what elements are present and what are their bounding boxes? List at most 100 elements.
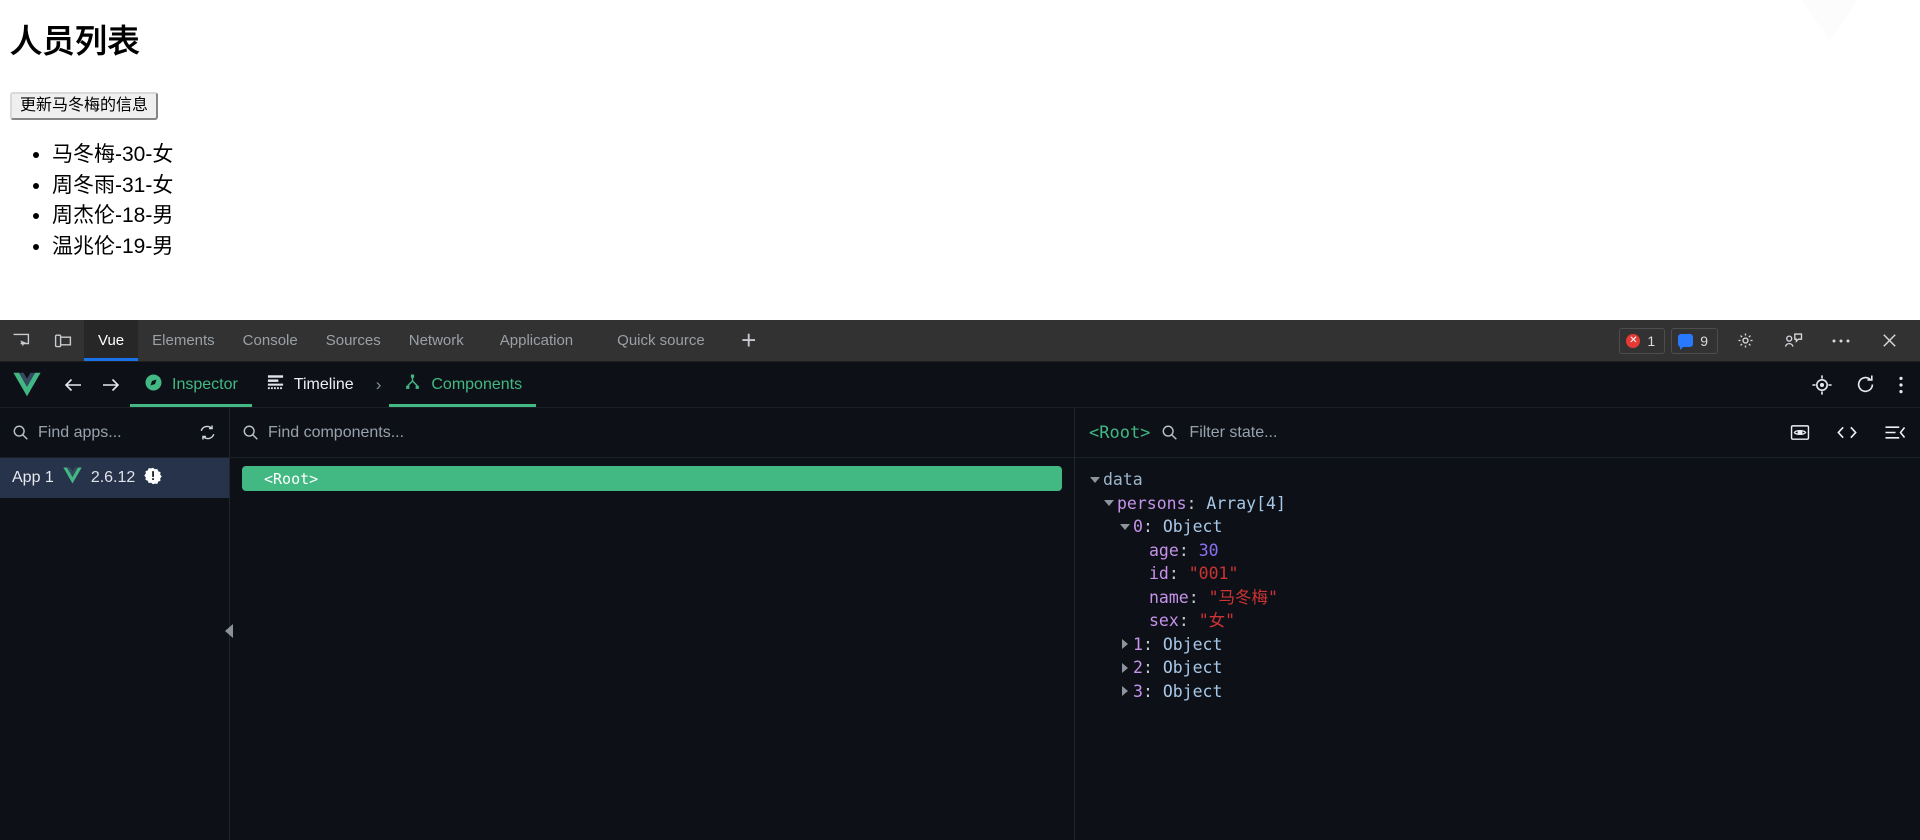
open-in-editor-icon[interactable] — [1836, 424, 1858, 441]
component-tree-node-root[interactable]: <Root> — [242, 466, 1062, 491]
add-tab-button[interactable]: + — [727, 320, 771, 361]
vue-logo — [63, 467, 82, 489]
vue-tab-inspector[interactable]: Inspector — [130, 362, 252, 407]
state-value: "马冬梅" — [1208, 587, 1278, 607]
state-separator: : — [1142, 517, 1163, 536]
vue-toolbar-actions — [1811, 362, 1920, 407]
error-icon: ✕ — [1626, 333, 1641, 348]
state-tree-row[interactable]: 0: Object — [1087, 515, 1920, 539]
state-value: Object — [1162, 517, 1223, 536]
tab-console[interactable]: Console — [229, 320, 312, 361]
settings-gear-icon[interactable] — [1724, 331, 1766, 350]
state-value: Object — [1162, 658, 1223, 677]
state-key: name — [1149, 587, 1189, 607]
component-tree: <Root> — [230, 458, 1074, 491]
navigate-back-button[interactable] — [54, 362, 92, 407]
state-tree-row[interactable]: 1: Object — [1087, 633, 1920, 657]
state-separator: : — [1186, 493, 1207, 513]
vue-tab-label: Timeline — [293, 375, 354, 393]
tab-vue[interactable]: Vue — [84, 320, 139, 361]
state-key: 3 — [1133, 681, 1143, 701]
vue-tab-label: Components — [431, 375, 523, 393]
state-key: age — [1149, 540, 1179, 560]
inspect-dom-icon[interactable] — [1790, 423, 1810, 442]
vue-tab-components[interactable]: Components — [389, 362, 536, 407]
state-key: 2 — [1133, 658, 1143, 677]
refresh-apps-icon[interactable] — [198, 423, 217, 442]
state-key: 1 — [1133, 634, 1143, 654]
tab-elements[interactable]: Elements — [138, 320, 229, 361]
state-value: Array[4] — [1206, 493, 1286, 513]
app-name: App 1 — [12, 469, 54, 486]
collapse-all-icon[interactable] — [1884, 424, 1906, 441]
state-tree-row[interactable]: name: "马冬梅" — [1087, 586, 1920, 610]
state-separator: : — [1142, 634, 1163, 654]
list-item: 温兆伦-19-男 — [52, 232, 173, 263]
search-icon — [242, 424, 259, 441]
tab-label: Network — [408, 332, 464, 349]
chevron-right-icon[interactable] — [1117, 639, 1133, 650]
app-list-item[interactable]: App 1 2.6.12 — [0, 458, 229, 498]
apps-search-bar[interactable]: Find apps... — [0, 408, 229, 458]
list-item: 周杰伦-18-男 — [52, 201, 173, 232]
chevron-down-icon[interactable] — [1117, 523, 1133, 530]
warning-badge-icon[interactable] — [144, 467, 163, 490]
list-item: 马冬梅-30-女 — [52, 140, 173, 171]
timeline-icon — [266, 373, 285, 396]
components-search-placeholder: Find components... — [268, 423, 405, 441]
collapse-sidebar-arrow[interactable] — [223, 624, 235, 638]
tab-sources[interactable]: Sources — [312, 320, 395, 361]
state-tree-row[interactable]: 3: Object — [1087, 680, 1920, 704]
state-tree-row[interactable]: 2: Object — [1087, 656, 1920, 680]
inspector-icon — [144, 373, 163, 397]
list-item: 周冬雨-31-女 — [52, 171, 173, 202]
state-filter-placeholder[interactable]: Filter state... — [1189, 424, 1277, 442]
page-title: 人员列表 — [10, 23, 141, 59]
devtools-panel: Vue Elements Console Sources Network App… — [0, 320, 1920, 840]
chevron-right-icon[interactable] — [1117, 686, 1133, 697]
tab-quick-source[interactable]: Quick source — [595, 320, 727, 361]
state-value: Object — [1162, 634, 1223, 654]
tab-application[interactable]: Application — [478, 320, 595, 361]
components-search-bar[interactable]: Find components... — [230, 408, 1074, 458]
feedback-icon[interactable] — [1772, 331, 1814, 350]
refresh-icon[interactable] — [1855, 374, 1876, 395]
close-icon[interactable] — [1868, 331, 1910, 350]
state-tree-row[interactable]: sex: "女" — [1087, 609, 1920, 633]
state-separator: : — [1188, 587, 1209, 607]
state-tree-row[interactable]: age: 30 — [1087, 539, 1920, 563]
more-options-icon[interactable] — [1820, 338, 1862, 344]
search-icon — [12, 424, 29, 441]
inspect-element-icon[interactable] — [0, 320, 42, 361]
state-tree-row[interactable]: data — [1087, 468, 1920, 492]
state-pane: <Root> Filter state... data persons: Ar… — [1075, 408, 1920, 840]
chevron-down-icon[interactable] — [1087, 476, 1103, 483]
chevron-right-icon[interactable] — [1117, 662, 1133, 673]
vue-tab-timeline[interactable]: Timeline — [252, 362, 368, 407]
message-count-badge[interactable]: 9 — [1671, 327, 1718, 354]
tab-label: Vue — [98, 332, 125, 349]
select-component-icon[interactable] — [1811, 374, 1833, 396]
vue-devtools-toolbar: Inspector Timeline › Components — [0, 362, 1920, 408]
state-tree-row[interactable]: persons: Array[4] — [1087, 492, 1920, 516]
message-icon — [1678, 334, 1694, 350]
tab-network[interactable]: Network — [395, 320, 478, 361]
apps-search-placeholder: Find apps... — [38, 423, 122, 441]
chevron-down-icon[interactable] — [1101, 500, 1117, 507]
message-count: 9 — [1700, 332, 1708, 349]
device-toolbar-icon[interactable] — [42, 320, 84, 361]
state-tree-row[interactable]: id: "001" — [1087, 562, 1920, 586]
state-value: "女" — [1198, 611, 1236, 630]
selected-component-name: <Root> — [1089, 422, 1151, 443]
update-person-button[interactable]: 更新马冬梅的信息 — [10, 92, 159, 120]
vertical-dots-menu-icon[interactable] — [1898, 375, 1904, 395]
state-separator: : — [1178, 540, 1199, 560]
state-value: Object — [1162, 681, 1223, 701]
tab-label: Console — [242, 332, 298, 349]
error-count-badge[interactable]: ✕ 1 — [1619, 327, 1666, 354]
state-separator: : — [1142, 681, 1163, 701]
navigate-forward-button[interactable] — [92, 362, 130, 407]
error-count: 1 — [1647, 332, 1656, 349]
devtools-tabstrip: Vue Elements Console Sources Network App… — [0, 320, 1920, 362]
state-key: data — [1103, 470, 1143, 489]
